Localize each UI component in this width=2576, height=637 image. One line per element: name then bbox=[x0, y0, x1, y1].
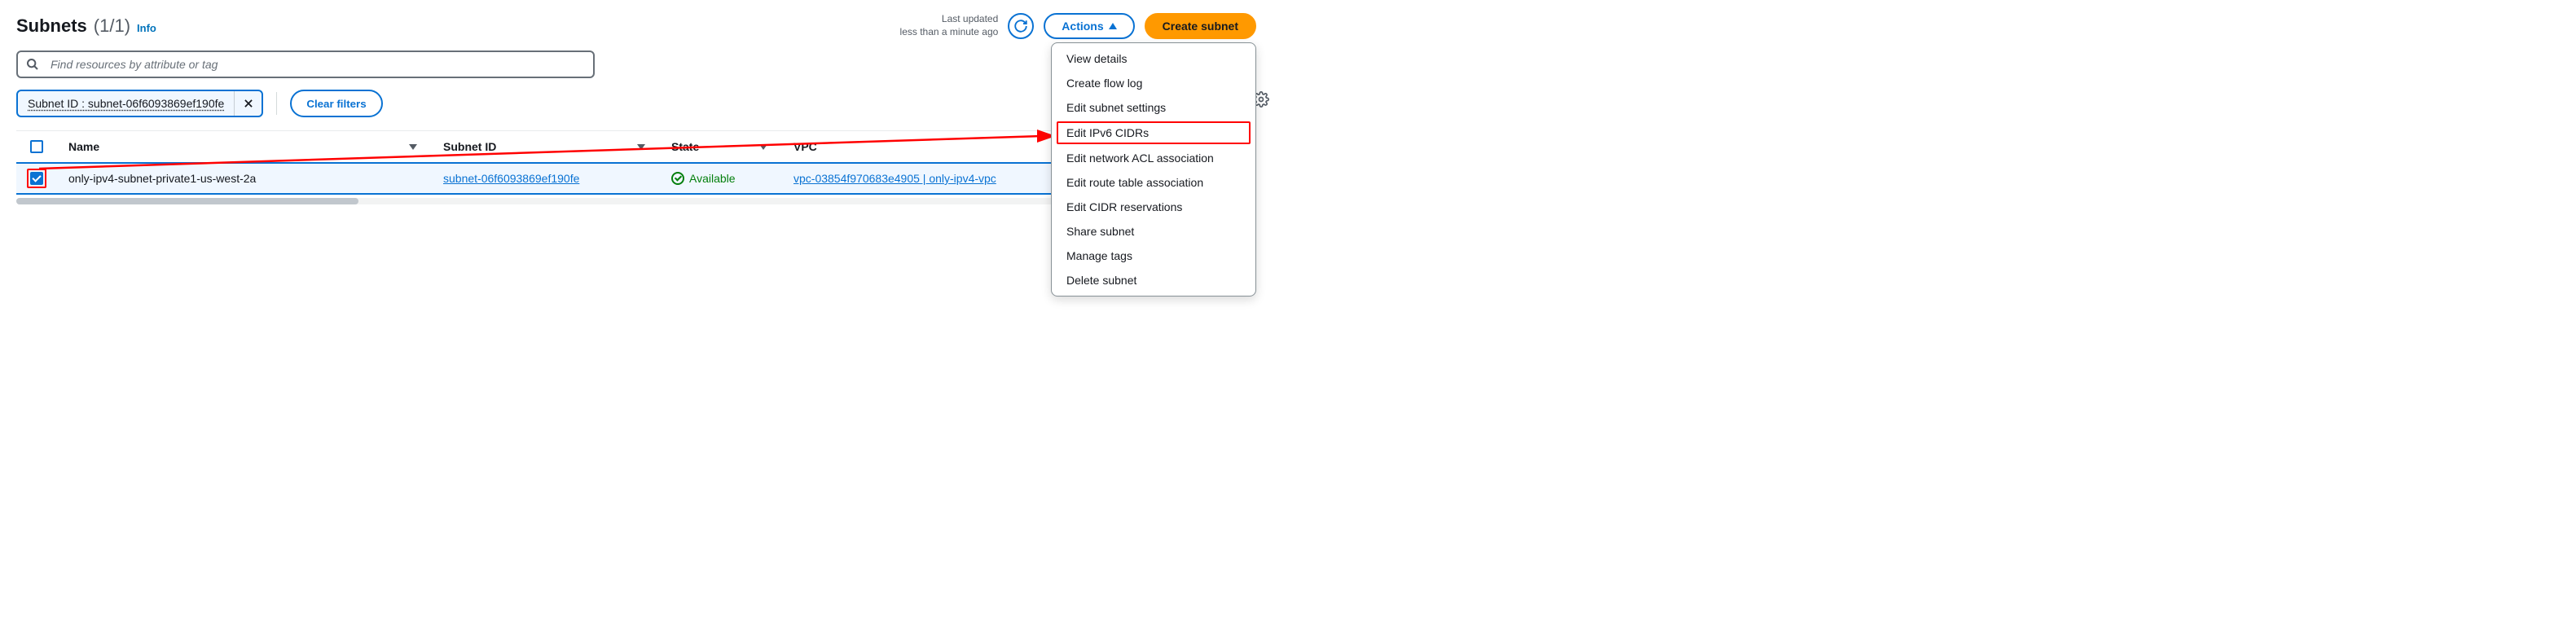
divider bbox=[276, 92, 277, 115]
page-header: Subnets (1/1) Info Last updated less tha… bbox=[16, 13, 1256, 39]
check-circle-icon bbox=[671, 172, 684, 185]
search-icon bbox=[26, 58, 39, 71]
filter-chip-close[interactable] bbox=[234, 91, 262, 116]
dropdown-item-view-details[interactable]: View details bbox=[1052, 46, 1255, 71]
vpc-link[interactable]: vpc-03854f970683e4905 | only-ipv4-vpc bbox=[793, 172, 996, 185]
cell-name: only-ipv4-subnet-private1-us-west-2a bbox=[57, 172, 432, 185]
refresh-icon bbox=[1013, 19, 1028, 33]
filter-icon bbox=[409, 144, 417, 150]
subnet-id-link[interactable]: subnet-06f6093869ef190fe bbox=[443, 172, 579, 185]
filter-icon bbox=[759, 144, 767, 150]
search-input[interactable] bbox=[16, 51, 595, 78]
info-link[interactable]: Info bbox=[137, 22, 156, 34]
column-name[interactable]: Name bbox=[57, 140, 432, 153]
last-updated-label: Last updated bbox=[900, 13, 999, 26]
actions-label: Actions bbox=[1062, 20, 1103, 33]
cell-state: Available bbox=[660, 172, 782, 185]
search-wrap bbox=[16, 51, 595, 78]
state-badge: Available bbox=[671, 172, 736, 185]
dropdown-item-edit-route-table-association[interactable]: Edit route table association bbox=[1052, 170, 1255, 195]
filter-chip: Subnet ID : subnet-06f6093869ef190fe bbox=[16, 90, 263, 117]
checkbox-annotation bbox=[27, 169, 46, 188]
cell-subnet-id: subnet-06f6093869ef190fe bbox=[432, 172, 660, 185]
clear-filters-button[interactable]: Clear filters bbox=[290, 90, 382, 117]
create-subnet-button[interactable]: Create subnet bbox=[1145, 13, 1256, 39]
row-checkbox-cell bbox=[16, 169, 57, 188]
actions-dropdown: View detailsCreate flow logEdit subnet s… bbox=[1051, 42, 1256, 297]
last-updated: Last updated less than a minute ago bbox=[900, 13, 999, 38]
dropdown-item-manage-tags[interactable]: Manage tags bbox=[1052, 244, 1255, 268]
page-title: Subnets bbox=[16, 15, 87, 37]
dropdown-item-share-subnet[interactable]: Share subnet bbox=[1052, 219, 1255, 244]
dropdown-item-edit-network-acl-association[interactable]: Edit network ACL association bbox=[1052, 146, 1255, 170]
filter-icon bbox=[637, 144, 645, 150]
header-right: Last updated less than a minute ago Acti… bbox=[900, 13, 1256, 39]
last-updated-value: less than a minute ago bbox=[900, 26, 999, 39]
refresh-button[interactable] bbox=[1008, 13, 1034, 39]
header-checkbox-cell bbox=[16, 140, 57, 153]
cell-vpc: vpc-03854f970683e4905 | only-ipv4-vpc bbox=[782, 172, 1059, 185]
header-left: Subnets (1/1) Info bbox=[16, 15, 156, 37]
dropdown-item-create-flow-log[interactable]: Create flow log bbox=[1052, 71, 1255, 95]
column-state[interactable]: State bbox=[660, 140, 782, 153]
dropdown-item-edit-subnet-settings[interactable]: Edit subnet settings bbox=[1052, 95, 1255, 120]
dropdown-item-edit-cidr-reservations[interactable]: Edit CIDR reservations bbox=[1052, 195, 1255, 219]
close-icon bbox=[243, 98, 254, 109]
column-vpc[interactable]: VPC bbox=[782, 140, 1059, 153]
actions-button[interactable]: Actions bbox=[1044, 13, 1134, 39]
scrollbar-thumb[interactable] bbox=[16, 198, 358, 204]
dropdown-item-delete-subnet[interactable]: Delete subnet bbox=[1052, 268, 1255, 292]
filter-chip-text[interactable]: Subnet ID : subnet-06f6093869ef190fe bbox=[18, 97, 234, 110]
chevron-up-icon bbox=[1109, 23, 1117, 29]
column-subnet-id[interactable]: Subnet ID bbox=[432, 140, 660, 153]
page-count: (1/1) bbox=[94, 15, 130, 37]
row-checkbox[interactable] bbox=[30, 172, 43, 185]
select-all-checkbox[interactable] bbox=[30, 140, 43, 153]
dropdown-item-edit-ipv6-cidrs[interactable]: Edit IPv6 CIDRs bbox=[1057, 121, 1251, 144]
